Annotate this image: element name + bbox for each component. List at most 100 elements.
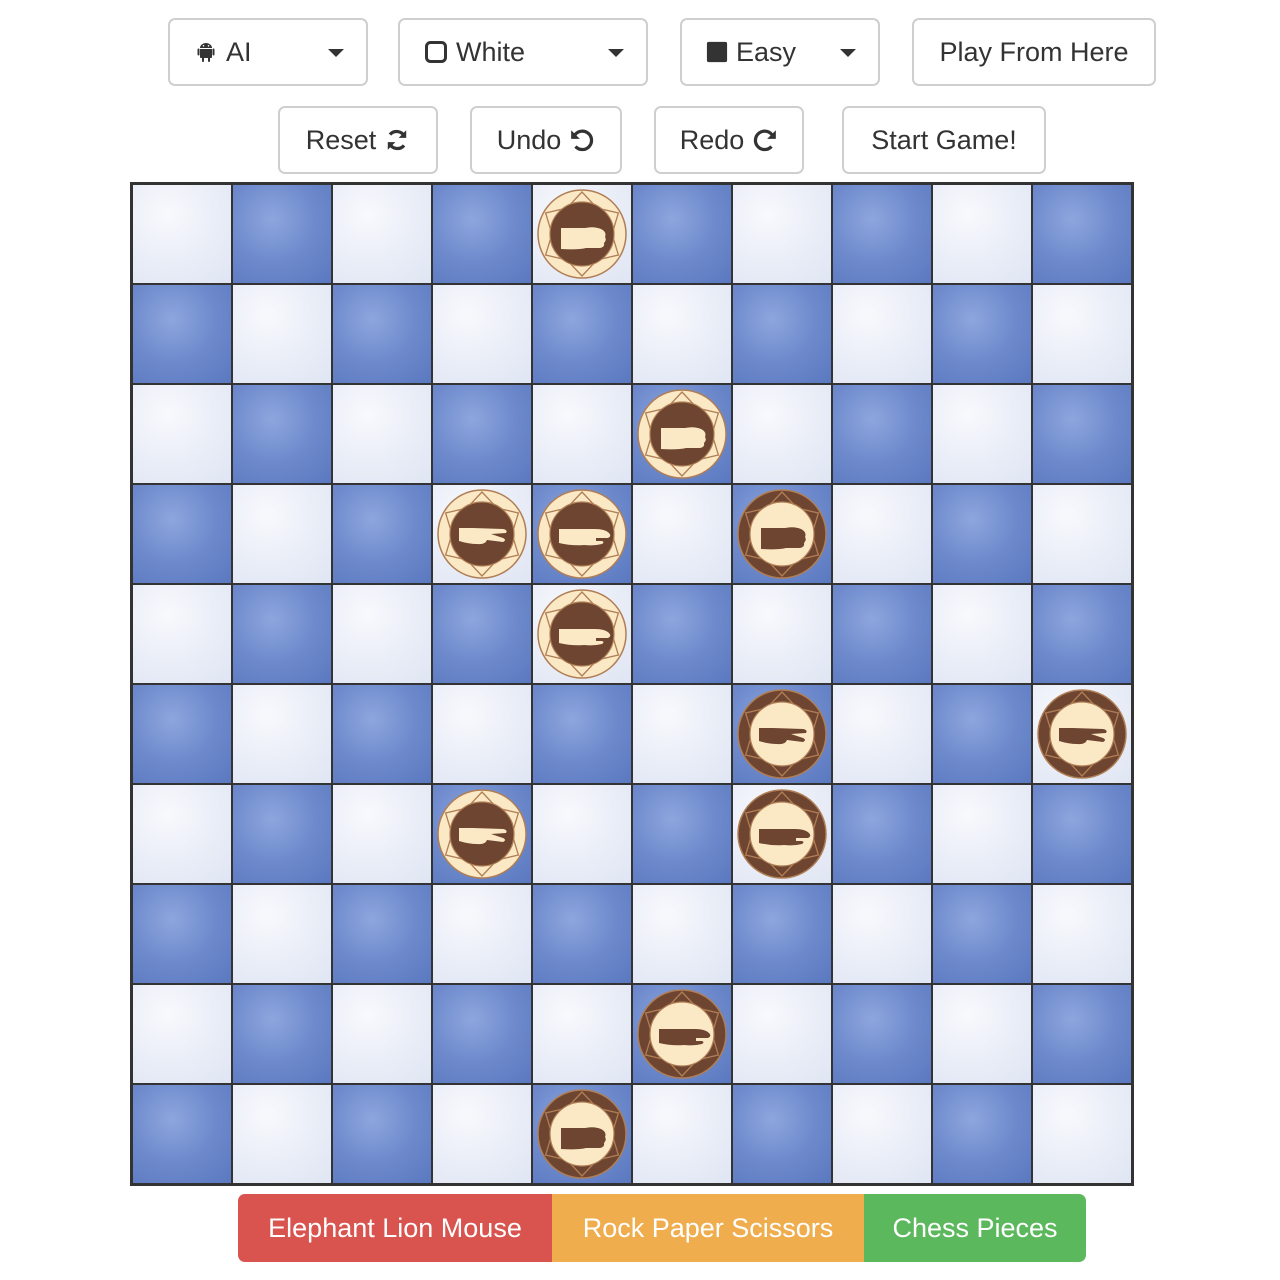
rock-piece-white[interactable] xyxy=(537,189,627,279)
board-cell[interactable] xyxy=(932,584,1032,684)
board-cell[interactable] xyxy=(432,284,532,384)
board-cell[interactable] xyxy=(232,484,332,584)
board-cell[interactable] xyxy=(332,984,432,1084)
board-cell[interactable] xyxy=(732,584,832,684)
scissors-piece-brown[interactable] xyxy=(1037,689,1127,779)
board-cell[interactable] xyxy=(632,1084,732,1184)
board-cell[interactable] xyxy=(232,284,332,384)
board-cell[interactable] xyxy=(332,184,432,284)
board-cell[interactable] xyxy=(832,984,932,1084)
board-cell[interactable] xyxy=(732,884,832,984)
board-cell[interactable] xyxy=(732,1084,832,1184)
paper-piece-brown[interactable] xyxy=(737,789,827,879)
board-cell[interactable] xyxy=(632,684,732,784)
paper-piece-brown[interactable] xyxy=(637,989,727,1079)
board-cell[interactable] xyxy=(832,484,932,584)
board-cell[interactable] xyxy=(932,384,1032,484)
board-cell[interactable] xyxy=(232,984,332,1084)
board-cell[interactable] xyxy=(932,484,1032,584)
board-cell[interactable] xyxy=(132,784,232,884)
board-cell[interactable] xyxy=(232,384,332,484)
color-dropdown[interactable]: White xyxy=(398,18,648,86)
board-cell[interactable] xyxy=(1032,384,1132,484)
board-cell[interactable] xyxy=(1032,1084,1132,1184)
board-cell[interactable] xyxy=(332,1084,432,1184)
board-cell[interactable] xyxy=(532,984,632,1084)
redo-button[interactable]: Redo xyxy=(654,106,804,174)
board-cell[interactable] xyxy=(632,284,732,384)
board-cell[interactable] xyxy=(232,1084,332,1184)
scissors-piece-white[interactable] xyxy=(437,789,527,879)
board-cell[interactable] xyxy=(132,684,232,784)
board-cell[interactable] xyxy=(832,1084,932,1184)
paper-piece-white[interactable] xyxy=(537,489,627,579)
board-cell[interactable] xyxy=(332,784,432,884)
board-cell[interactable] xyxy=(232,884,332,984)
board-cell[interactable] xyxy=(132,384,232,484)
board-cell[interactable] xyxy=(832,884,932,984)
board-cell[interactable] xyxy=(732,284,832,384)
board-cell[interactable] xyxy=(332,584,432,684)
player-type-dropdown[interactable]: AI xyxy=(168,18,368,86)
scissors-piece-brown[interactable] xyxy=(737,689,827,779)
board-cell[interactable] xyxy=(632,884,732,984)
board-cell[interactable] xyxy=(1032,484,1132,584)
tab-rock-paper-scissors[interactable]: Rock Paper Scissors xyxy=(552,1194,864,1262)
board-cell[interactable] xyxy=(832,784,932,884)
board-cell[interactable] xyxy=(132,984,232,1084)
board-cell[interactable] xyxy=(432,684,532,784)
reset-button[interactable]: Reset xyxy=(278,106,438,174)
board-cell[interactable] xyxy=(332,384,432,484)
board-cell[interactable] xyxy=(932,884,1032,984)
board-cell[interactable] xyxy=(132,1084,232,1184)
board-cell[interactable] xyxy=(132,184,232,284)
difficulty-dropdown[interactable]: Easy xyxy=(680,18,880,86)
board-cell[interactable] xyxy=(232,184,332,284)
board-cell[interactable] xyxy=(932,784,1032,884)
board-cell[interactable] xyxy=(1032,984,1132,1084)
scissors-piece-white[interactable] xyxy=(437,489,527,579)
board-cell[interactable] xyxy=(532,384,632,484)
board-cell[interactable] xyxy=(232,684,332,784)
board-cell[interactable] xyxy=(932,984,1032,1084)
board-cell[interactable] xyxy=(332,484,432,584)
board-cell[interactable] xyxy=(832,684,932,784)
board-cell[interactable] xyxy=(532,684,632,784)
board-cell[interactable] xyxy=(332,884,432,984)
board-cell[interactable] xyxy=(1032,784,1132,884)
board-cell[interactable] xyxy=(232,584,332,684)
undo-button[interactable]: Undo xyxy=(470,106,622,174)
board-cell[interactable] xyxy=(932,284,1032,384)
board-cell[interactable] xyxy=(632,784,732,884)
tab-chess-pieces[interactable]: Chess Pieces xyxy=(864,1194,1086,1262)
board-cell[interactable] xyxy=(132,284,232,384)
board-cell[interactable] xyxy=(432,384,532,484)
board-cell[interactable] xyxy=(432,1084,532,1184)
board-cell[interactable] xyxy=(832,184,932,284)
board-cell[interactable] xyxy=(532,884,632,984)
board-cell[interactable] xyxy=(732,984,832,1084)
board-cell[interactable] xyxy=(832,584,932,684)
board-cell[interactable] xyxy=(1032,284,1132,384)
board-cell[interactable] xyxy=(132,484,232,584)
board-cell[interactable] xyxy=(232,784,332,884)
board-cell[interactable] xyxy=(532,784,632,884)
board-cell[interactable] xyxy=(932,184,1032,284)
board-cell[interactable] xyxy=(632,184,732,284)
board-cell[interactable] xyxy=(432,984,532,1084)
board-cell[interactable] xyxy=(532,284,632,384)
board-cell[interactable] xyxy=(432,584,532,684)
board-cell[interactable] xyxy=(1032,584,1132,684)
board-cell[interactable] xyxy=(432,184,532,284)
board-cell[interactable] xyxy=(132,884,232,984)
board-cell[interactable] xyxy=(832,384,932,484)
board-cell[interactable] xyxy=(332,284,432,384)
board-cell[interactable] xyxy=(632,584,732,684)
board-cell[interactable] xyxy=(432,884,532,984)
rock-piece-white[interactable] xyxy=(637,389,727,479)
board-cell[interactable] xyxy=(732,384,832,484)
board-cell[interactable] xyxy=(1032,184,1132,284)
board-cell[interactable] xyxy=(332,684,432,784)
start-game-button[interactable]: Start Game! xyxy=(842,106,1046,174)
board-cell[interactable] xyxy=(832,284,932,384)
